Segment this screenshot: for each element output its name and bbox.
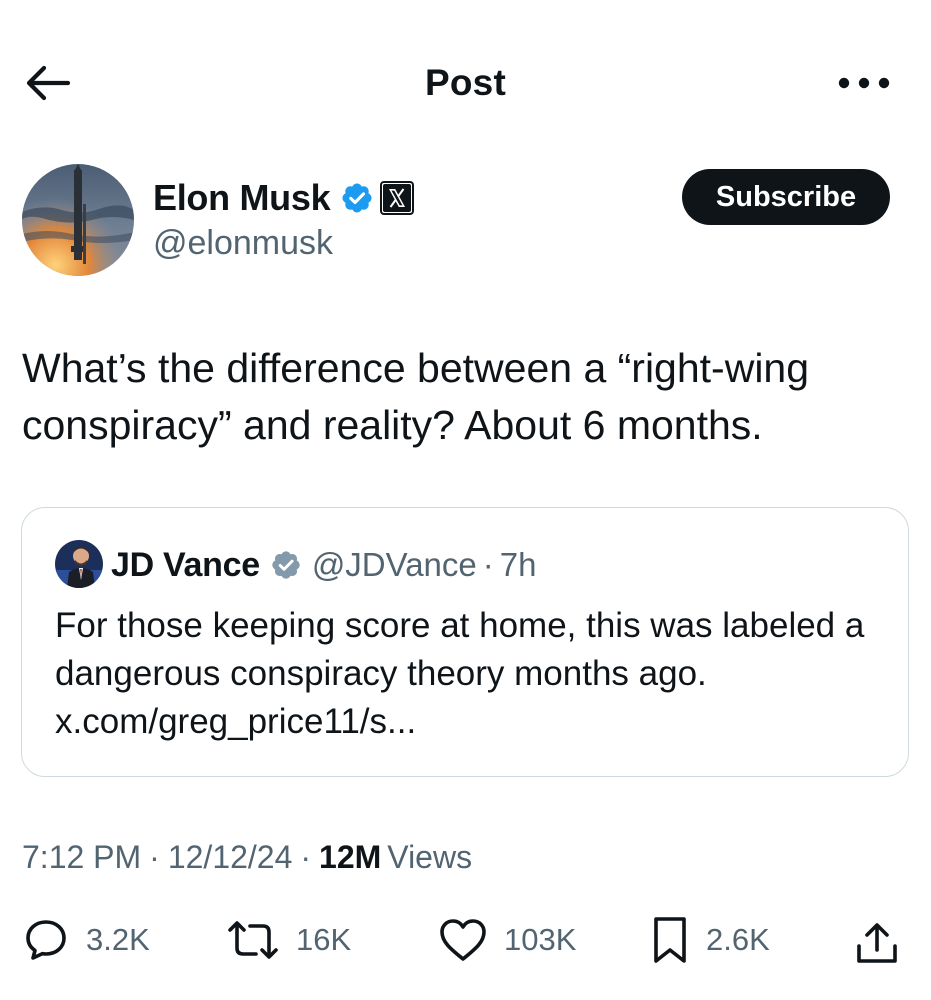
author-avatar[interactable]	[22, 164, 134, 276]
quote-author-handle: @JDVance	[311, 546, 477, 583]
speaker-photo-image	[55, 540, 103, 588]
subscribe-button[interactable]: Subscribe	[682, 169, 890, 225]
author-line: Elon Musk	[153, 174, 415, 222]
quoted-post-card[interactable]: JD Vance @JDVance · 7h For those keeping…	[21, 507, 909, 777]
action-bar: 3.2K 16K 103K 2.6K	[0, 912, 931, 968]
repost-button[interactable]: 16K	[226, 912, 351, 968]
government-badge-icon	[270, 549, 302, 581]
heart-icon	[440, 919, 486, 961]
more-options-button[interactable]	[832, 62, 896, 104]
bookmark-button[interactable]: 2.6K	[650, 912, 770, 968]
reply-count: 3.2K	[86, 922, 150, 957]
verified-badge-icon	[340, 181, 374, 215]
post-time: 7:12 PM	[22, 838, 142, 875]
repost-icon	[228, 921, 278, 959]
share-button[interactable]	[852, 918, 902, 968]
bookmark-icon	[654, 917, 686, 963]
share-icon	[857, 923, 897, 963]
post-text: What’s the difference between a “right-w…	[22, 345, 810, 448]
quote-separator: ·	[482, 546, 494, 583]
repost-count: 16K	[296, 922, 352, 957]
more-horizontal-icon	[838, 77, 890, 89]
reply-button[interactable]: 3.2K	[22, 912, 150, 968]
meta-separator: ·	[300, 838, 312, 875]
like-button[interactable]: 103K	[438, 912, 576, 968]
quote-header: JD Vance @JDVance · 7h	[111, 542, 536, 588]
bookmark-count: 2.6K	[706, 922, 770, 957]
top-bar: Post	[0, 0, 931, 160]
quote-author-avatar[interactable]	[55, 540, 103, 588]
rocket-launch-image	[22, 164, 134, 276]
meta-separator: ·	[149, 838, 160, 875]
post-meta: 7:12 PM · 12/12/24 · 12M Views	[22, 834, 472, 880]
page-title: Post	[425, 62, 506, 103]
quote-author-name: JD Vance	[111, 545, 260, 584]
like-count: 103K	[504, 922, 577, 957]
author-name[interactable]: Elon Musk	[153, 177, 331, 219]
reply-icon	[26, 920, 66, 960]
author-handle[interactable]: @elonmusk	[153, 224, 333, 263]
x-logo-icon	[380, 181, 415, 215]
quote-text: For those keeping score at home, this wa…	[55, 606, 865, 741]
views-count[interactable]: 12M	[319, 839, 381, 876]
post-date: 12/12/24	[167, 838, 293, 875]
quote-timestamp: 7h	[499, 546, 537, 583]
views-label: Views	[387, 838, 473, 875]
